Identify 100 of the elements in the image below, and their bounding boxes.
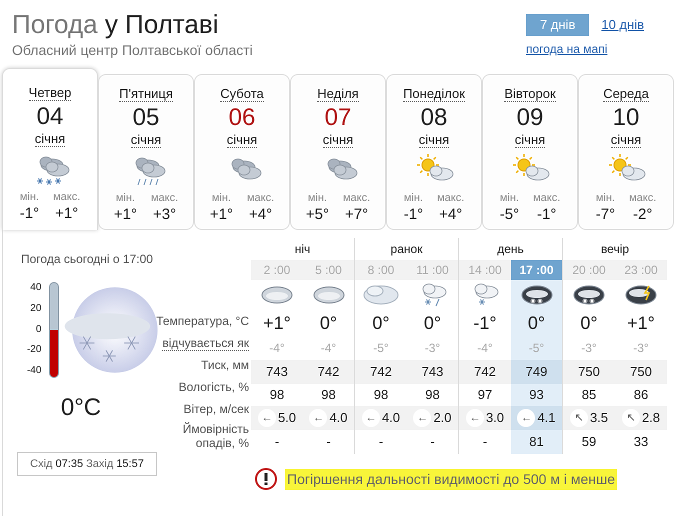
min-temp: -5° (500, 206, 520, 222)
hour-label: 8 :00 (368, 262, 394, 279)
scale-label: 0 (36, 322, 42, 336)
day-tab[interactable]: Неділя 07 січня мін. +5° макс. +7° (290, 74, 386, 230)
min-label: мін. (212, 191, 231, 206)
day-tab[interactable]: П'ятниця 05 січня мін. +1° макс. +3° (98, 74, 194, 230)
min-label: мін. (596, 191, 615, 206)
day-tab[interactable]: Вівторок 09 січня мін. -5° макс. -1° (482, 74, 578, 230)
map-link[interactable]: погода на мапі (526, 40, 608, 58)
humidity-value: 98 (374, 386, 388, 404)
min-temp: +5° (306, 206, 329, 222)
hour-label: 17 :00 (519, 262, 554, 279)
day-number: 08 (420, 104, 448, 132)
max-label: макс. (342, 191, 370, 206)
min-temp: +1° (210, 206, 233, 222)
pressure-value: 742 (474, 363, 496, 382)
day-tab[interactable]: Субота 06 січня мін. +1° макс. +4° (194, 74, 290, 230)
row-label: відчувається як (162, 335, 249, 353)
page-title: Погода (12, 9, 98, 39)
day-tab[interactable]: Четвер 04 січня мін. -1° макс. +1° (2, 68, 98, 230)
hour-label: 14 :00 (468, 262, 502, 279)
wind-speed: 3.5 (590, 409, 608, 428)
pressure-value: 742 (370, 363, 392, 382)
max-temp: +4° (439, 206, 462, 222)
wind-direction: ↖ (622, 409, 640, 427)
day-number: 05 (132, 104, 160, 132)
day-number: 10 (612, 104, 640, 132)
feels-like-value: -4° (320, 340, 336, 357)
month: січня (34, 131, 66, 147)
temperature-value: 0° (528, 312, 546, 335)
period-label: день (497, 241, 524, 258)
min-temp: -7° (596, 206, 616, 222)
weekday: Четвер (28, 85, 72, 101)
min-label: мін. (404, 191, 423, 206)
row-label: Тиск, мм (201, 357, 249, 374)
max-label: макс. (150, 191, 178, 206)
feels-like-value: -3° (424, 340, 440, 357)
wind-direction: ↖ (570, 409, 588, 427)
precipitation-value: - (274, 433, 280, 452)
row-label: Температура, °C (156, 313, 249, 330)
feels-like-value: -5° (528, 340, 544, 357)
warning-text: Погіршення дальності видимості до 500 м і менше (285, 468, 617, 490)
min-temp: -1° (20, 206, 40, 222)
scale-label: 20 (30, 302, 42, 316)
min-label: мін. (308, 191, 327, 206)
wind-direction: ← (258, 409, 276, 427)
month: січня (418, 132, 450, 148)
min-label: мін. (116, 191, 135, 206)
pressure-value: 743 (422, 363, 444, 382)
weekday: П'ятниця (119, 86, 173, 102)
wind-direction: ← (466, 409, 484, 427)
temperature-value: 0° (372, 312, 390, 335)
humidity-value: 85 (582, 386, 596, 404)
month: січня (322, 132, 354, 148)
temperature-value: +1° (263, 312, 291, 335)
temperature-value: +1° (627, 312, 655, 335)
weekday: Понеділок (403, 86, 465, 102)
month: січня (226, 132, 258, 148)
max-temp: +3° (152, 206, 176, 222)
humidity-value: 98 (321, 386, 336, 404)
range-tab[interactable]: 10 днів (601, 14, 644, 36)
wind-speed: 4.0 (382, 409, 400, 428)
precipitation-value: - (430, 433, 435, 452)
weekday: Субота (220, 86, 264, 102)
row-label: Вологість, % (178, 379, 249, 396)
feels-like-value: -4° (477, 340, 493, 357)
max-temp: -2° (633, 206, 652, 222)
precipitation-value: - (326, 433, 331, 452)
wind-speed: 5.0 (278, 409, 296, 428)
feels-like-value: -4° (269, 340, 285, 357)
scale-label: -20 (26, 343, 42, 358)
day-tab[interactable]: Середа 10 січня мін. -7° макс. -2° (578, 74, 674, 230)
temperature-value: 0° (580, 312, 598, 335)
period-label: ранок (390, 241, 422, 258)
humidity-value: 93 (529, 386, 544, 404)
humidity-value: 98 (270, 386, 284, 404)
wind-speed: 4.0 (329, 409, 348, 428)
period-label: вечір (600, 241, 630, 258)
max-temp: -1° (537, 206, 556, 222)
precipitation-value: 81 (529, 433, 544, 452)
wind-speed: 4.1 (537, 409, 556, 428)
hour-label: 11 :00 (416, 262, 449, 279)
page-subtitle: Обласний центр Полтавської області (12, 41, 253, 60)
pressure-value: 742 (318, 363, 340, 382)
wind-direction: ← (413, 409, 432, 427)
day-number: 04 (36, 103, 64, 131)
day-tab[interactable]: Понеділок 08 січня мін. -1° макс. +4° (386, 74, 482, 230)
scale-label: -40 (26, 364, 42, 378)
scale-label: 40 (30, 281, 42, 295)
city-name: у Полтаві (104, 9, 218, 39)
temperature-value: -1° (473, 312, 497, 335)
precipitation-value: - (482, 433, 488, 452)
precipitation-value: 59 (582, 433, 596, 452)
now-title: Погода сьогодні о 17:00 (21, 251, 154, 268)
wind-direction: ← (517, 409, 536, 427)
wind-direction: ← (362, 409, 380, 427)
weekday: Середа (603, 86, 649, 102)
precipitation-value: 33 (634, 433, 648, 452)
max-temp: +7° (344, 206, 368, 222)
max-label: макс. (53, 190, 80, 205)
